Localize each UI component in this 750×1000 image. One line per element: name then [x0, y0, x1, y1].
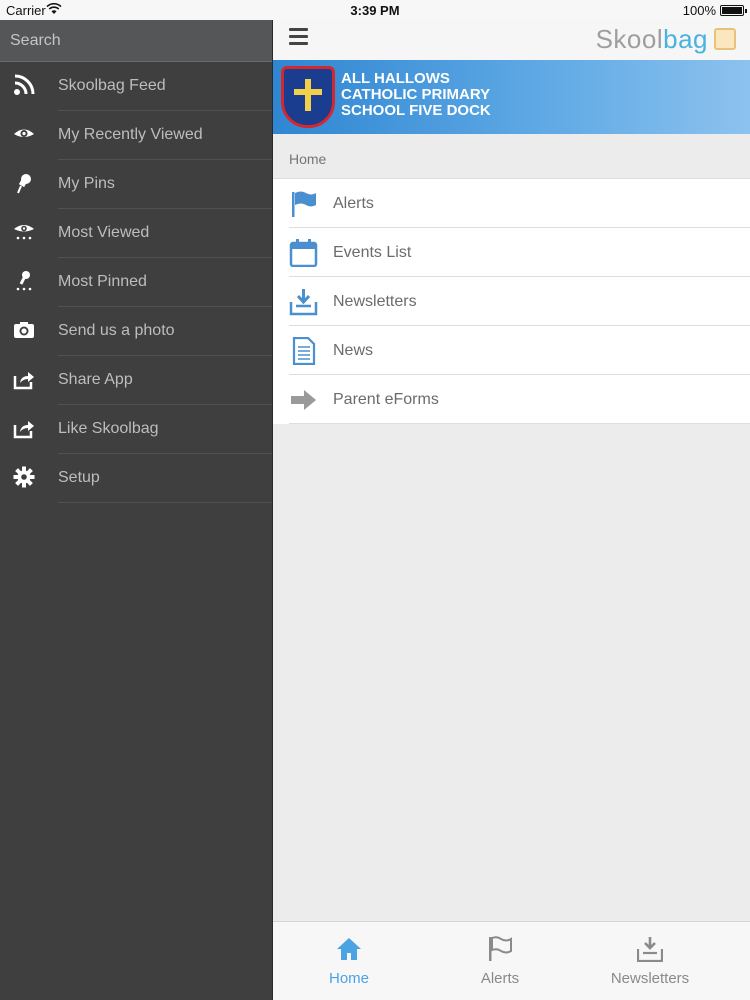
list-item-label: News	[333, 342, 374, 359]
rss-icon	[12, 74, 36, 98]
gear-icon	[12, 466, 36, 490]
flag-icon	[289, 190, 319, 218]
logo-text-part: bag	[663, 24, 708, 54]
list-item-label: Newsletters	[333, 293, 417, 310]
battery-percentage: 100%	[682, 3, 716, 18]
list-item-label: Parent eForms	[333, 391, 439, 408]
arrow-right-icon	[289, 386, 319, 414]
sidebar-item-skoolbag-feed[interactable]: Skoolbag Feed	[0, 62, 272, 111]
school-banner: ALL HALLOWS CATHOLIC PRIMARY SCHOOL FIVE…	[273, 60, 750, 134]
school-name-line: CATHOLIC PRIMARY	[341, 86, 491, 103]
divider	[58, 502, 272, 503]
school-name-line: ALL HALLOWS	[341, 70, 450, 87]
sidebar-item-label: Most Pinned	[58, 273, 147, 290]
sidebar-item-label: Like Skoolbag	[58, 420, 159, 437]
inbox-download-icon	[289, 288, 319, 316]
home-list: Alerts Events List Newsletters News Pare…	[273, 179, 750, 424]
sidebar-item-send-us-a-photo[interactable]: Send us a photo	[0, 307, 272, 356]
clock: 3:39 PM	[350, 3, 400, 18]
tab-label: Alerts	[480, 970, 520, 987]
list-item-newsletters[interactable]: Newsletters	[273, 277, 750, 326]
battery-level	[722, 7, 742, 14]
school-crest-icon	[281, 66, 335, 128]
list-item-label: Events List	[333, 244, 412, 261]
tab-alerts[interactable]: Alerts	[425, 922, 575, 1000]
tab-label: Home	[328, 970, 369, 987]
eye-dots-icon	[12, 221, 36, 245]
list-item-events-list[interactable]: Events List	[273, 228, 750, 277]
top-bar: Skoolbag	[273, 20, 750, 60]
list-item-news[interactable]: News	[273, 326, 750, 375]
sidebar-item-label: Skoolbag Feed	[58, 77, 166, 94]
sidebar-item-label: Send us a photo	[58, 322, 175, 339]
sidebar: Search Skoolbag Feed My Recently Viewed …	[0, 20, 272, 1000]
sidebar-item-share-app[interactable]: Share App	[0, 356, 272, 405]
camera-icon	[12, 319, 36, 343]
battery-icon	[720, 5, 747, 16]
sidebar-item-my-recently-viewed[interactable]: My Recently Viewed	[0, 111, 272, 160]
school-name: ALL HALLOWS CATHOLIC PRIMARY SCHOOL FIVE…	[341, 71, 491, 119]
tab-home[interactable]: Home	[274, 922, 424, 1000]
list-item-parent-eforms[interactable]: Parent eForms	[273, 375, 750, 424]
share-icon	[12, 417, 36, 441]
eye-icon	[12, 123, 36, 147]
logo-text-part: Skool	[595, 24, 664, 54]
sidebar-item-most-viewed[interactable]: Most Viewed	[0, 209, 272, 258]
status-bar: Carrier 3:39 PM 100%	[0, 0, 750, 20]
main-panel: Skoolbag ALL HALLOWS CATHOLIC PRIMARY SC…	[272, 20, 750, 1000]
sidebar-item-label: Share App	[58, 371, 133, 388]
list-item-alerts[interactable]: Alerts	[273, 179, 750, 228]
sidebar-item-label: Setup	[58, 469, 100, 486]
pin-icon	[12, 172, 36, 196]
sidebar-item-like-skoolbag[interactable]: Like Skoolbag	[0, 405, 272, 454]
sidebar-item-setup[interactable]: Setup	[0, 454, 272, 503]
sidebar-item-most-pinned[interactable]: Most Pinned	[0, 258, 272, 307]
pin-dots-icon	[12, 270, 36, 294]
sidebar-item-label: Most Viewed	[58, 224, 150, 241]
share-icon	[12, 368, 36, 392]
tab-label: Newsletters	[610, 970, 690, 987]
hamburger-menu-icon[interactable]	[289, 28, 308, 46]
skoolbag-logo: Skoolbag	[596, 24, 708, 55]
home-icon	[336, 936, 362, 962]
flag-icon	[487, 936, 513, 962]
inbox-download-icon	[636, 936, 664, 963]
sidebar-item-label: My Pins	[58, 175, 115, 192]
document-icon	[289, 336, 319, 366]
list-item-label: Alerts	[333, 195, 374, 212]
bottom-tab-bar: Home Alerts Newsletters	[273, 921, 750, 1000]
school-name-line: SCHOOL FIVE DOCK	[341, 102, 491, 119]
calendar-icon	[289, 239, 319, 268]
sidebar-item-label: My Recently Viewed	[58, 126, 203, 143]
sidebar-item-my-pins[interactable]: My Pins	[0, 160, 272, 209]
breadcrumb: Home	[273, 134, 750, 179]
bag-icon	[714, 28, 736, 50]
divider	[289, 423, 750, 424]
search-input[interactable]: Search	[0, 20, 272, 62]
tab-newsletters[interactable]: Newsletters	[575, 922, 725, 1000]
